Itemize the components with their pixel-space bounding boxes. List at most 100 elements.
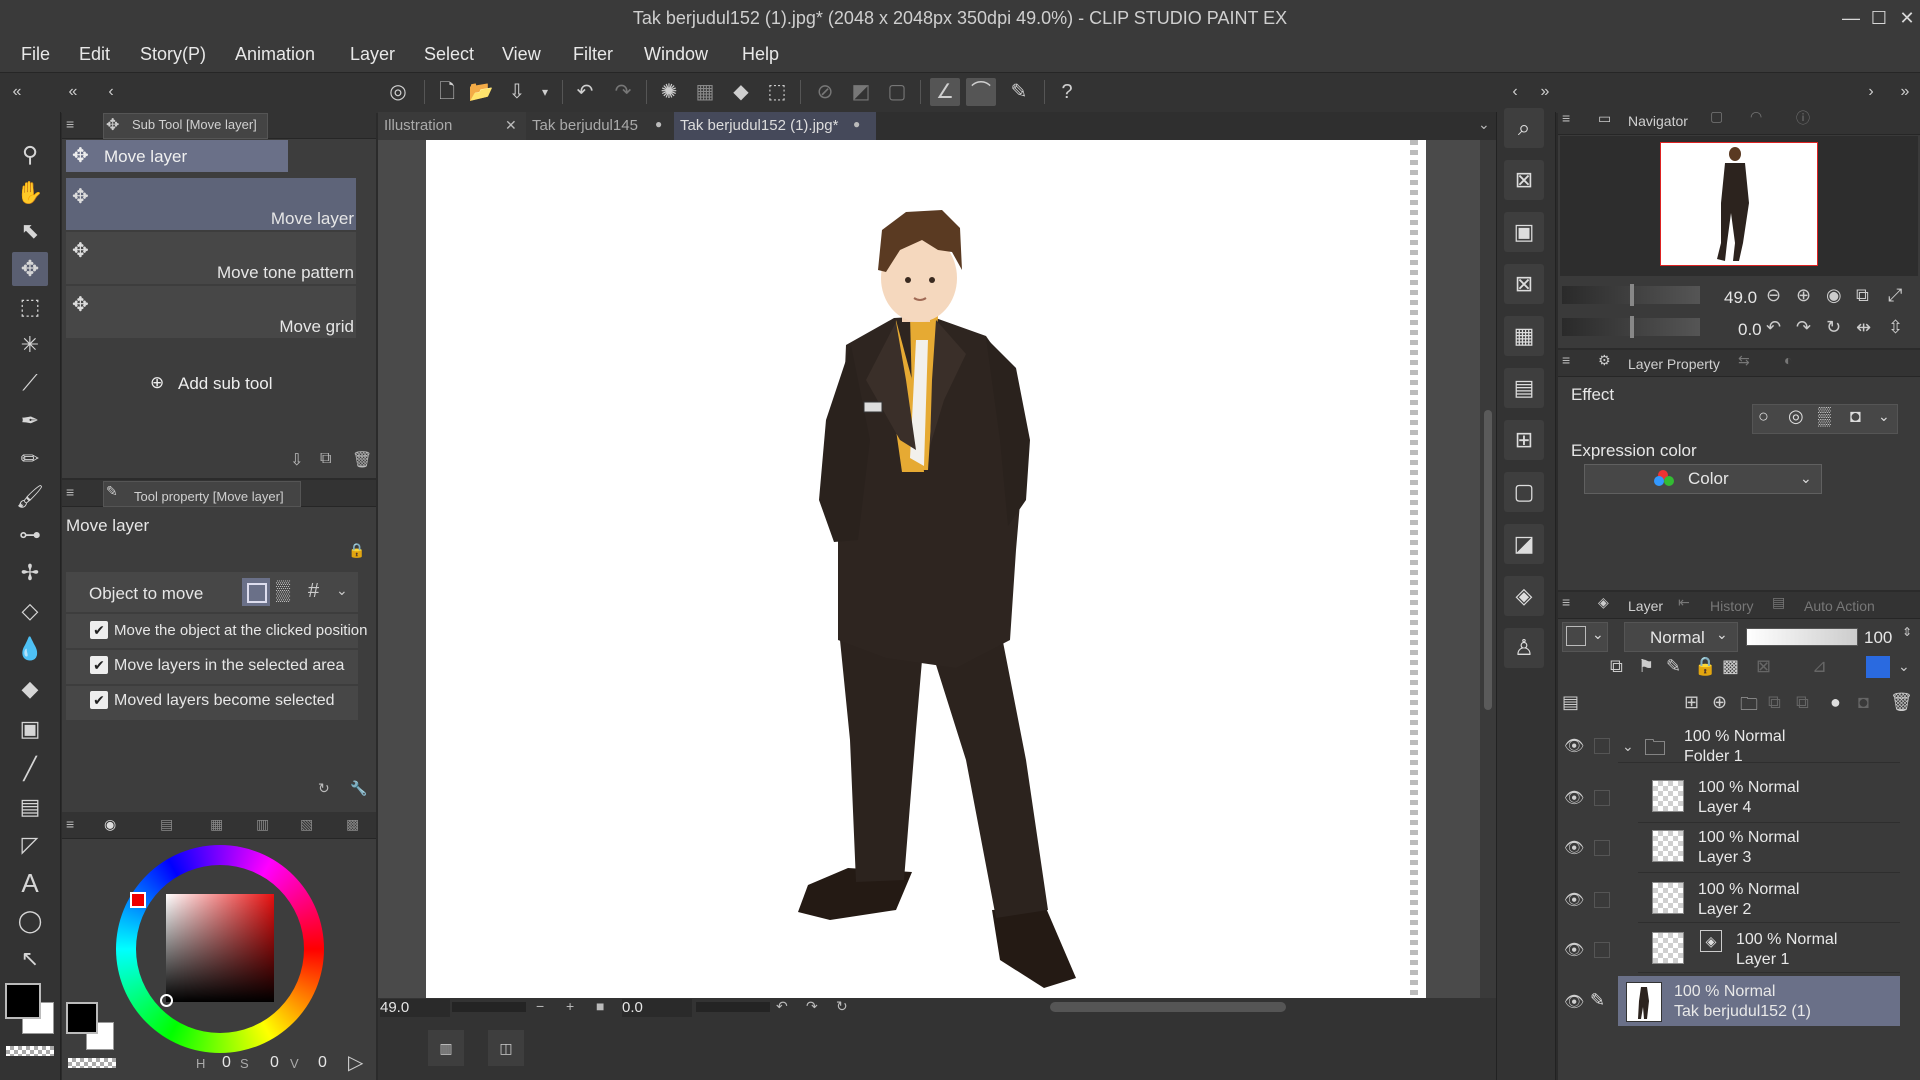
move-layer-tool-icon[interactable]: ✥ [12,252,48,286]
rotate-right-icon[interactable]: ↷ [1796,317,1811,338]
menu-animation[interactable]: Animation [235,44,315,65]
chevron-down-icon[interactable]: ⌄ [1898,658,1910,675]
visibility-eye-icon[interactable]: 👁 [1564,838,1584,858]
menu-icon[interactable]: ≡ [66,116,74,132]
tab-tak-berjudul145[interactable]: Tak berjudul145 [526,112,676,140]
transfer-down-icon[interactable]: ⧉ [1768,692,1781,713]
stabilize-icon[interactable]: ⌒ [966,78,996,106]
menu-story[interactable]: Story(P) [140,44,206,65]
vector-snap-icon[interactable]: ∠ [930,78,960,106]
zoom-out-icon[interactable]: ⊖ [1766,285,1781,306]
lock-transparent-icon[interactable]: ▩ [1722,656,1739,677]
zoom-in-icon[interactable]: ⊕ [1796,285,1811,306]
zoom-out-icon[interactable]: − [536,998,544,1014]
menu-filter[interactable]: Filter [573,44,613,65]
visibility-eye-icon[interactable]: 👁 [1564,992,1584,1012]
main-color-swatch[interactable] [66,1002,98,1034]
figure-tool-icon[interactable]: ╱ [12,752,48,786]
material-8-icon[interactable]: ◪ [1504,524,1544,564]
color-history-tab-icon[interactable]: ◐ [1784,352,1792,368]
flip-vertical-icon[interactable]: ⇳ [1888,317,1903,338]
check-become-selected[interactable]: ✔ [90,691,108,709]
new-file-icon[interactable]: 🗋 [432,78,462,106]
minimize-button[interactable]: — [1836,4,1866,32]
delete-layer-icon[interactable]: 🗑 [1890,692,1913,713]
tab-history[interactable]: History [1710,598,1754,614]
tone-icon[interactable]: ▒ [276,580,290,603]
menu-help[interactable]: Help [742,44,779,65]
pencil-tool-icon[interactable]: ✏ [12,442,48,476]
check-clicked-position[interactable]: ✔ [90,621,108,639]
undo-icon[interactable]: ↶ [570,78,600,106]
fit-window-icon[interactable]: ⧉ [1856,285,1869,306]
material-3-icon[interactable]: ⊠ [1504,264,1544,304]
chevron-left-icon[interactable]: ‹ [1500,78,1530,106]
zoom-tool-icon[interactable]: ⚲ [12,138,48,172]
menu-layer[interactable]: Layer [350,44,395,65]
decoration-tool-icon[interactable]: ✢ [12,556,48,590]
material-5-icon[interactable]: ▤ [1504,368,1544,408]
rotation-field[interactable]: 0.0 [622,999,692,1017]
pen-edit-icon[interactable]: ✎ [1590,990,1605,1011]
rotation-slider-handle[interactable] [1630,316,1634,338]
airbrush-tool-icon[interactable]: ⊶ [12,518,48,552]
info-tab-icon[interactable]: ⓘ [1796,108,1810,128]
reset-icon[interactable]: ↻ [318,780,330,797]
correct-line-tool-icon[interactable]: ↖ [12,942,48,976]
rotate-left-icon[interactable]: ↶ [1766,317,1781,338]
visibility-eye-icon[interactable]: 👁 [1564,788,1584,808]
collapse-right-icon[interactable]: » [1890,78,1920,106]
special-ruler-icon[interactable]: ◩ [846,78,876,106]
blend-tool-icon[interactable]: 💧 [12,632,48,666]
layer-checkbox[interactable] [1594,892,1610,908]
canvas-page[interactable] [426,140,1426,998]
menu-window[interactable]: Window [644,44,708,65]
tab-tak-berjudul152[interactable]: Tak berjudul152 (1).jpg* [674,112,876,140]
open-file-icon[interactable]: 📂 [466,78,496,106]
zoom-field[interactable]: 49.0 [380,999,450,1017]
chevron-down-icon[interactable]: ⌄ [1800,470,1812,487]
maximize-button[interactable]: ☐ [1864,4,1894,32]
close-button[interactable]: ✕ [1892,4,1920,32]
transparent-color-chip[interactable] [6,1046,54,1056]
lock-layer-icon[interactable]: 🔒 [1694,656,1716,677]
zoom-in-icon[interactable]: + [566,998,574,1014]
ruler-tool-icon[interactable]: ◸ [12,828,48,862]
tab-auto-action[interactable]: Auto Action [1804,598,1875,614]
search-layer-tab-icon[interactable]: ◠ [1750,108,1762,125]
gradient-tool-icon[interactable]: ▣ [12,712,48,746]
reset-rotation-icon[interactable]: ↻ [1826,317,1841,338]
fill-icon[interactable]: ◆ [726,78,756,106]
intermediate-color-tab-icon[interactable]: ▥ [256,816,269,833]
zoom-slider[interactable] [452,1002,526,1012]
hue-marker[interactable] [130,892,146,908]
fill-window-icon[interactable]: ⤢ [1888,285,1902,306]
visibility-eye-icon[interactable]: 👁 [1564,940,1584,960]
eyedropper-tool-icon[interactable]: ⟋ [12,366,48,400]
material-6-icon[interactable]: ⊞ [1504,420,1544,460]
navigator-thumbnail[interactable] [1660,142,1818,266]
pen-pressure-icon[interactable]: ✎ [1004,78,1034,106]
grid-snap-icon[interactable]: ▢ [882,78,912,106]
clear-icon[interactable]: ▦ [690,78,720,106]
color-slider-tab-icon[interactable]: ▤ [160,816,173,833]
layer-color-icon[interactable]: ◘ [1850,406,1861,427]
fill-tool-icon[interactable]: ◆ [12,672,48,706]
fit-icon[interactable]: ■ [596,998,604,1014]
menu-icon[interactable]: ≡ [1562,110,1570,126]
layer-checkbox[interactable] [1594,942,1610,958]
menu-select[interactable]: Select [424,44,474,65]
wrench-icon[interactable]: 🔧 [350,780,367,797]
rotation-slider[interactable] [696,1002,770,1012]
add-sub-tool-button[interactable]: Add sub tool [178,374,273,394]
layer-checkbox[interactable] [1594,790,1610,806]
clip-below-icon[interactable]: ⧉ [1610,656,1623,677]
expand-icon[interactable]: » [1530,78,1560,106]
transform-icon[interactable]: ⬚ [762,78,792,106]
ruler-snap-icon[interactable]: ⊘ [810,78,840,106]
layer-search-tab-icon[interactable]: ⇆ [1738,352,1750,369]
collapse-icon[interactable]: « [58,78,88,106]
help-icon[interactable]: ? [1052,78,1082,106]
transparent-swatch[interactable] [68,1058,116,1068]
actual-size-icon[interactable]: ◉ [1826,285,1842,306]
